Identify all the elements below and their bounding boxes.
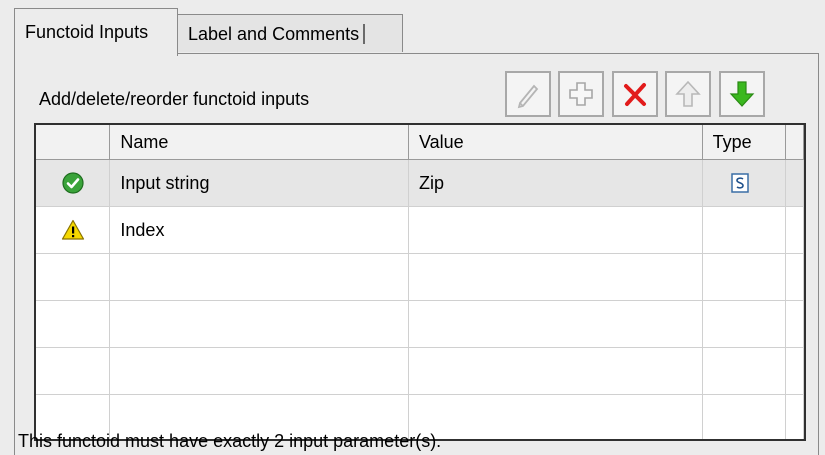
row-filler-cell <box>785 159 804 207</box>
tab-label-and-comments[interactable]: Label and Comments <box>178 14 403 52</box>
tab-strip: Functoid Inputs Label and Comments <box>14 8 819 56</box>
plus-icon <box>569 82 593 106</box>
row-status-cell <box>36 159 111 207</box>
table-row[interactable]: Index <box>36 206 804 254</box>
empty-row <box>36 347 804 395</box>
row-value-cell[interactable] <box>408 206 703 254</box>
empty-row <box>36 300 804 348</box>
header-filler <box>785 125 804 160</box>
row-type-cell[interactable] <box>702 159 787 207</box>
grid-header-row: Name Value Type <box>36 125 804 160</box>
row-name-cell[interactable]: Input string <box>109 159 409 207</box>
edit-input-button[interactable] <box>505 71 551 117</box>
arrow-down-icon <box>729 81 755 107</box>
functoid-inputs-panel: Add/delete/reorder functoid inputs Name … <box>14 53 819 455</box>
functoid-inputs-grid: Name Value Type Input string Zip Index <box>34 123 806 441</box>
row-status-cell <box>36 206 111 254</box>
tab-functoid-inputs-label: Functoid Inputs <box>25 22 149 42</box>
row-filler-cell <box>785 206 804 254</box>
validation-message: This functoid must have exactly 2 input … <box>18 431 442 451</box>
move-up-button[interactable] <box>665 71 711 117</box>
tab-functoid-inputs[interactable]: Functoid Inputs <box>14 8 178 56</box>
row-name-cell[interactable]: Index <box>109 206 409 254</box>
header-value[interactable]: Value <box>408 125 703 160</box>
pencil-icon <box>517 84 539 109</box>
tab-label-and-comments-label: Label and Comments <box>188 24 366 44</box>
warning-icon <box>61 219 84 240</box>
panel-caption: Add/delete/reorder functoid inputs <box>39 89 310 109</box>
string-type-icon <box>730 173 749 193</box>
delete-input-button[interactable] <box>612 71 658 117</box>
valid-checkmark-icon <box>62 172 84 194</box>
table-row[interactable]: Input string Zip <box>36 159 804 207</box>
empty-row <box>36 253 804 301</box>
header-status-cell <box>36 125 111 160</box>
row-type-cell[interactable] <box>702 206 787 254</box>
move-down-button[interactable] <box>719 71 765 117</box>
header-name[interactable]: Name <box>109 125 409 160</box>
arrow-up-icon <box>675 80 701 107</box>
delete-x-icon <box>624 83 646 106</box>
row-value-cell[interactable]: Zip <box>408 159 703 207</box>
add-input-button[interactable] <box>558 71 604 117</box>
header-type[interactable]: Type <box>702 125 787 160</box>
